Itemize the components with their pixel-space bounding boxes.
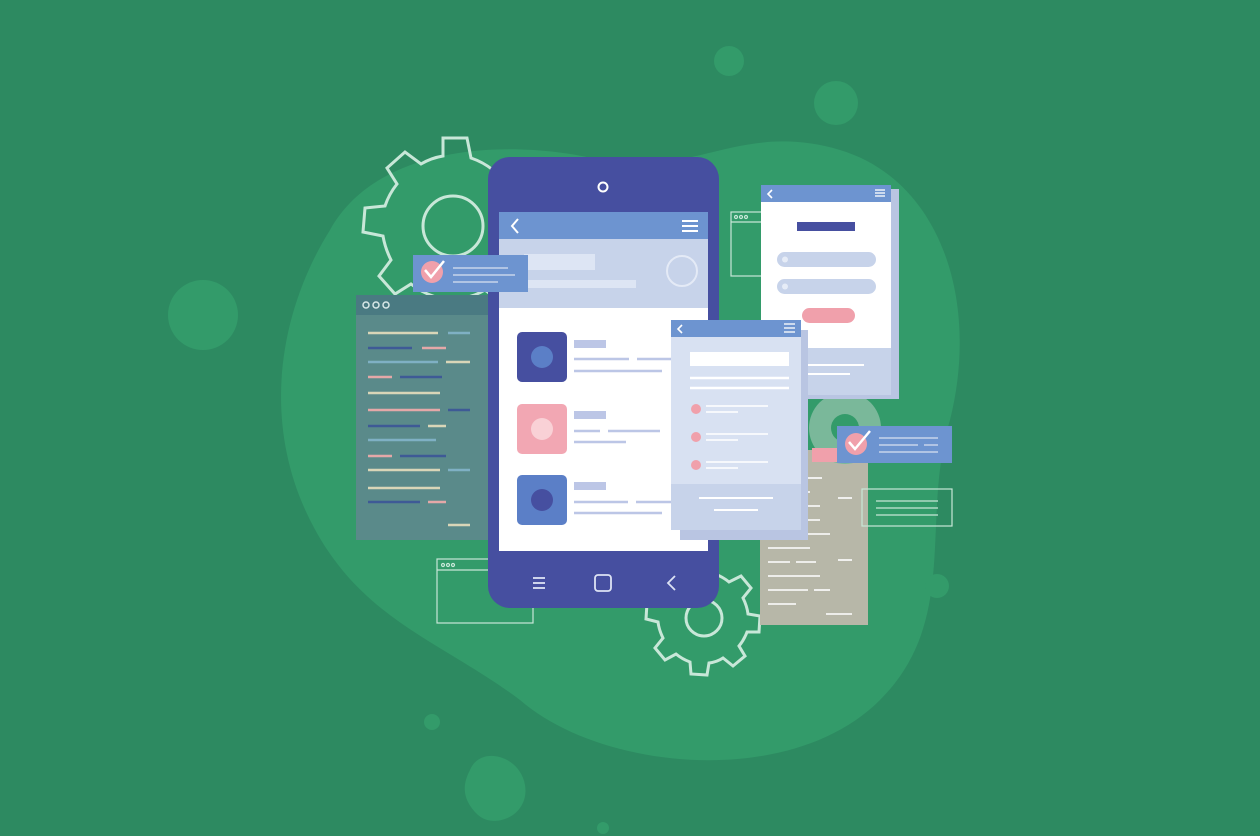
floating-circle bbox=[714, 46, 744, 76]
floating-circle bbox=[597, 822, 609, 834]
illustration-stage bbox=[0, 0, 1260, 836]
floating-circle bbox=[814, 81, 858, 125]
login-card-topbar bbox=[761, 185, 891, 202]
login-button bbox=[802, 308, 855, 323]
code-window-left bbox=[356, 295, 496, 540]
checklist-card bbox=[671, 320, 808, 540]
floating-circle bbox=[925, 574, 949, 598]
floating-circle bbox=[424, 714, 440, 730]
username-field bbox=[777, 252, 876, 267]
screen-header bbox=[499, 239, 708, 308]
password-field bbox=[777, 279, 876, 294]
login-title-bar bbox=[797, 222, 855, 231]
notification-card bbox=[413, 255, 528, 292]
floating-circle bbox=[168, 280, 238, 350]
screen-topbar bbox=[499, 212, 708, 239]
